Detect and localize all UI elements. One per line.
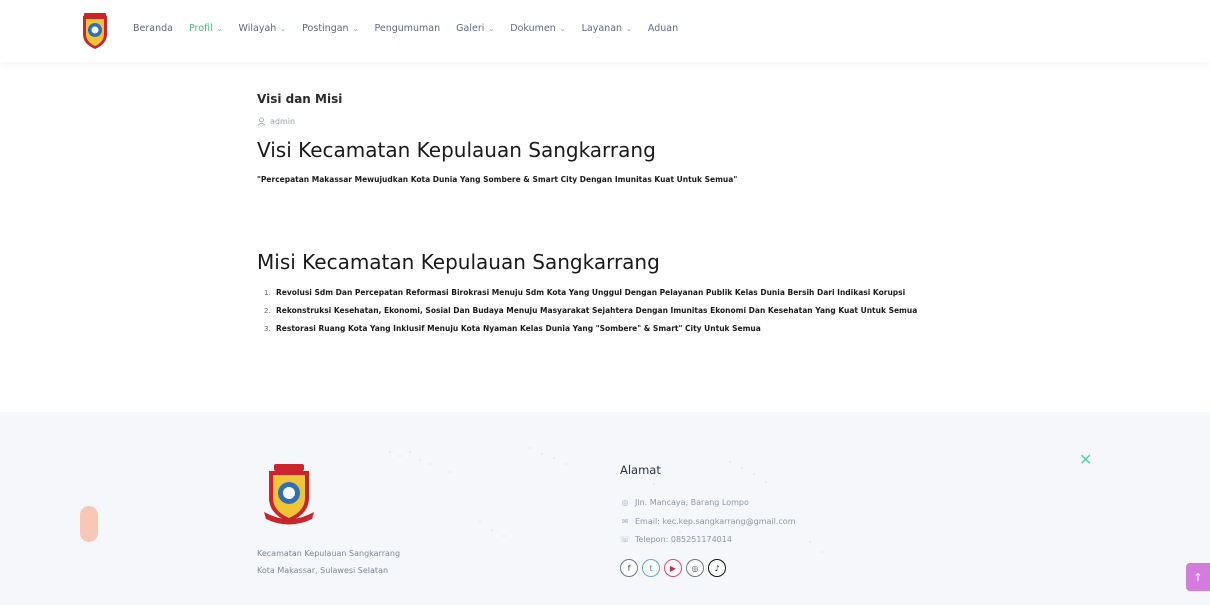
nav-label: Layanan bbox=[581, 23, 623, 34]
nav-item-postingan[interactable]: Postingan ⌄ bbox=[302, 23, 358, 34]
social-links: f t ▶ ◎ ♪ bbox=[620, 559, 726, 577]
post-author: admin bbox=[257, 117, 295, 126]
list-number: 2. bbox=[264, 307, 271, 315]
chevron-down-icon: ⌄ bbox=[352, 24, 359, 33]
nav-item-layanan[interactable]: Layanan ⌄ bbox=[582, 23, 632, 34]
facebook-icon[interactable]: f bbox=[620, 559, 638, 577]
nav-item-profil[interactable]: Profil ⌄ bbox=[189, 23, 223, 34]
decorative-blob bbox=[80, 506, 98, 542]
youtube-icon[interactable]: ▶ bbox=[664, 559, 682, 577]
author-name[interactable]: admin bbox=[270, 117, 295, 126]
email-text[interactable]: Email: kec.kep.sangkarrang@gmail.com bbox=[635, 517, 795, 526]
mail-icon: ✉ bbox=[621, 517, 629, 526]
site-footer bbox=[0, 412, 1210, 605]
world-map-background bbox=[388, 446, 824, 554]
phone-text[interactable]: Telepon: 085251174014 bbox=[635, 535, 732, 544]
nav-label: Dokumen bbox=[510, 23, 556, 34]
list-item: 2. Rekonstruksi Kesehatan, Ekonomi, Sosia… bbox=[257, 304, 972, 318]
misi-heading: Misi Kecamatan Kepulauan Sangkarrang bbox=[257, 250, 660, 274]
address-text: Jln. Mancaya, Barang Lompo bbox=[635, 498, 749, 507]
nav-item-beranda[interactable]: Beranda bbox=[133, 23, 173, 34]
list-item: 3. Restorasi Ruang Kota Yang Inklusif Men… bbox=[257, 322, 972, 336]
tiktok-icon[interactable]: ♪ bbox=[708, 559, 726, 577]
chevron-down-icon: ⌄ bbox=[280, 24, 287, 33]
page-title: Visi dan Misi bbox=[257, 92, 343, 106]
instagram-icon[interactable]: ◎ bbox=[686, 559, 704, 577]
contact-phone[interactable]: ☏ Telepon: 085251174014 bbox=[620, 535, 732, 544]
scroll-to-top-button[interactable]: ↑ bbox=[1186, 563, 1210, 591]
list-item: 1. Revolusi Sdm Dan Percepatan Reformasi … bbox=[257, 286, 972, 300]
list-number: 1. bbox=[264, 289, 271, 297]
footer-org-info: Kecamatan Kepulauan Sangkarrang Kota Mak… bbox=[257, 545, 400, 579]
contact-email[interactable]: ✉ Email: kec.kep.sangkarrang@gmail.com bbox=[620, 517, 796, 526]
nav-label: Galeri bbox=[456, 23, 485, 34]
map-pin-icon: ◎ bbox=[621, 498, 629, 507]
list-number: 3. bbox=[264, 325, 271, 333]
nav-label: Postingan bbox=[302, 23, 349, 34]
decorative-cross-icon: ✕ bbox=[1079, 450, 1093, 469]
nav-label: Beranda bbox=[133, 23, 173, 34]
contact-address: ◎ Jln. Mancaya, Barang Lompo bbox=[620, 498, 749, 507]
main-nav: Beranda Profil ⌄ Wilayah ⌄ Postingan ⌄ Peng… bbox=[133, 23, 694, 34]
phone-icon: ☏ bbox=[620, 535, 631, 544]
list-text: Revolusi Sdm Dan Percepatan Reformasi Bi… bbox=[276, 288, 906, 297]
chevron-down-icon: ⌄ bbox=[216, 24, 223, 33]
nav-item-aduan[interactable]: Aduan bbox=[648, 23, 678, 34]
visi-text: "Percepatan Makassar Mewujudkan Kota Dun… bbox=[257, 175, 738, 184]
chevron-down-icon: ⌄ bbox=[488, 24, 495, 33]
chevron-down-icon: ⌄ bbox=[626, 24, 632, 33]
nav-label: Pengumuman bbox=[374, 23, 441, 34]
twitter-icon[interactable]: t bbox=[642, 559, 660, 577]
list-text: Rekonstruksi Kesehatan, Ekonomi, Sosial … bbox=[276, 306, 918, 315]
misi-list: 1. Revolusi Sdm Dan Percepatan Reformasi … bbox=[257, 286, 972, 340]
footer-org-name: Kecamatan Kepulauan Sangkarrang bbox=[257, 549, 401, 558]
nav-item-wilayah[interactable]: Wilayah ⌄ bbox=[239, 23, 287, 34]
user-icon bbox=[257, 117, 266, 126]
nav-item-pengumuman[interactable]: Pengumuman bbox=[374, 23, 440, 34]
list-text: Restorasi Ruang Kota Yang Inklusif Menuj… bbox=[276, 324, 761, 333]
nav-label: Profil bbox=[188, 23, 213, 34]
chevron-down-icon: ⌄ bbox=[559, 24, 566, 33]
nav-label: Wilayah bbox=[238, 23, 277, 34]
footer-logo bbox=[264, 464, 314, 525]
site-logo[interactable] bbox=[78, 12, 112, 50]
visi-heading: Visi Kecamatan Kepulauan Sangkarrang bbox=[257, 138, 656, 162]
nav-item-dokumen[interactable]: Dokumen ⌄ bbox=[510, 23, 565, 34]
footer-address-title: Alamat bbox=[620, 463, 661, 477]
nav-item-galeri[interactable]: Galeri ⌄ bbox=[456, 23, 494, 34]
footer-org-city: Kota Makassar, Sulawesi Selatan bbox=[257, 566, 389, 575]
site-header: Beranda Profil ⌄ Wilayah ⌄ Postingan ⌄ Peng… bbox=[0, 0, 1210, 62]
nav-label: Aduan bbox=[647, 23, 679, 34]
